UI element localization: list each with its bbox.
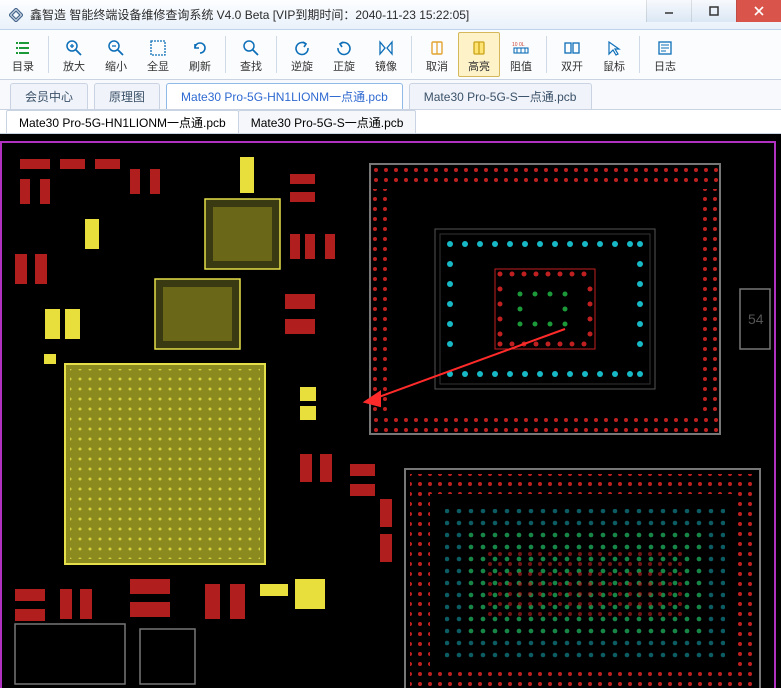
svg-text:54: 54 — [748, 311, 764, 327]
toolbar-rotate-ccw[interactable]: 逆旋 — [281, 32, 323, 77]
nav-tab-pcb-2[interactable]: Mate30 Pro-5G-S一点通.pcb — [409, 83, 592, 109]
toolbar-divider — [276, 36, 277, 73]
list-icon — [14, 37, 32, 59]
toolbar-divider — [225, 36, 226, 73]
toolbar-divider — [411, 36, 412, 73]
dual-window-icon — [563, 37, 581, 59]
toolbar-catalog[interactable]: 目录 — [2, 32, 44, 77]
toolbar-rotate-cw[interactable]: 正旋 — [323, 32, 365, 77]
nav-tab-member-center[interactable]: 会员中心 — [10, 83, 88, 109]
main-toolbar: 目录 放大 缩小 全显 刷新 查找 逆旋 正旋 镜像 取消 高亮 — [0, 30, 781, 80]
nav-tab-pcb-1[interactable]: Mate30 Pro-5G-HN1LIONM一点通.pcb — [166, 83, 403, 109]
highlight-icon — [470, 37, 488, 59]
toolbar-divider — [639, 36, 640, 73]
toolbar-zoom-out[interactable]: 缩小 — [95, 32, 137, 77]
toolbar-search[interactable]: 查找 — [230, 32, 272, 77]
toolbar-cursor[interactable]: 鼠标 — [593, 32, 635, 77]
toolbar-dual[interactable]: 双开 — [551, 32, 593, 77]
doc-tab-2[interactable]: Mate30 Pro-5G-S一点通.pcb — [238, 110, 417, 133]
minimize-button[interactable] — [646, 0, 691, 22]
window-title: 鑫智造 智能终端设备维修查询系统 V4.0 Beta [VIP到期时间：2040… — [30, 6, 469, 23]
pcb-canvas[interactable]: 54 — [0, 134, 781, 688]
resistor-icon: 10 0L — [511, 37, 531, 59]
zoom-out-icon — [107, 37, 125, 59]
log-icon — [656, 37, 674, 59]
document-tab-bar: Mate30 Pro-5G-HN1LIONM一点通.pcb Mate30 Pro… — [0, 110, 781, 134]
mirror-icon — [377, 37, 395, 59]
nav-tab-schematic[interactable]: 原理图 — [94, 83, 160, 109]
toolbar-cancel[interactable]: 取消 — [416, 32, 458, 77]
rotate-cw-icon — [335, 37, 353, 59]
toolbar-highlight[interactable]: 高亮 — [458, 32, 500, 77]
toolbar-zoom-in[interactable]: 放大 — [53, 32, 95, 77]
toolbar-fit[interactable]: 全显 — [137, 32, 179, 77]
maximize-button[interactable] — [691, 0, 736, 22]
search-icon — [242, 37, 260, 59]
toolbar-divider — [546, 36, 547, 73]
pcb-drawing: 54 — [0, 134, 781, 688]
cancel-icon — [428, 37, 446, 59]
window-titlebar: 鑫智造 智能终端设备维修查询系统 V4.0 Beta [VIP到期时间：2040… — [0, 0, 781, 30]
close-button[interactable] — [736, 0, 781, 22]
toolbar-log[interactable]: 日志 — [644, 32, 686, 77]
rotate-ccw-icon — [293, 37, 311, 59]
fit-icon — [149, 37, 167, 59]
toolbar-divider — [48, 36, 49, 73]
cursor-icon — [605, 37, 623, 59]
nav-tab-bar: 会员中心 原理图 Mate30 Pro-5G-HN1LIONM一点通.pcb M… — [0, 80, 781, 110]
refresh-icon — [191, 37, 209, 59]
toolbar-refresh[interactable]: 刷新 — [179, 32, 221, 77]
toolbar-mirror[interactable]: 镜像 — [365, 32, 407, 77]
doc-tab-1[interactable]: Mate30 Pro-5G-HN1LIONM一点通.pcb — [6, 110, 239, 133]
window-controls — [646, 0, 781, 22]
app-icon — [8, 7, 24, 23]
zoom-in-icon — [65, 37, 83, 59]
toolbar-resistance[interactable]: 10 0L 阻值 — [500, 32, 542, 77]
svg-text:10 0L: 10 0L — [512, 42, 525, 48]
